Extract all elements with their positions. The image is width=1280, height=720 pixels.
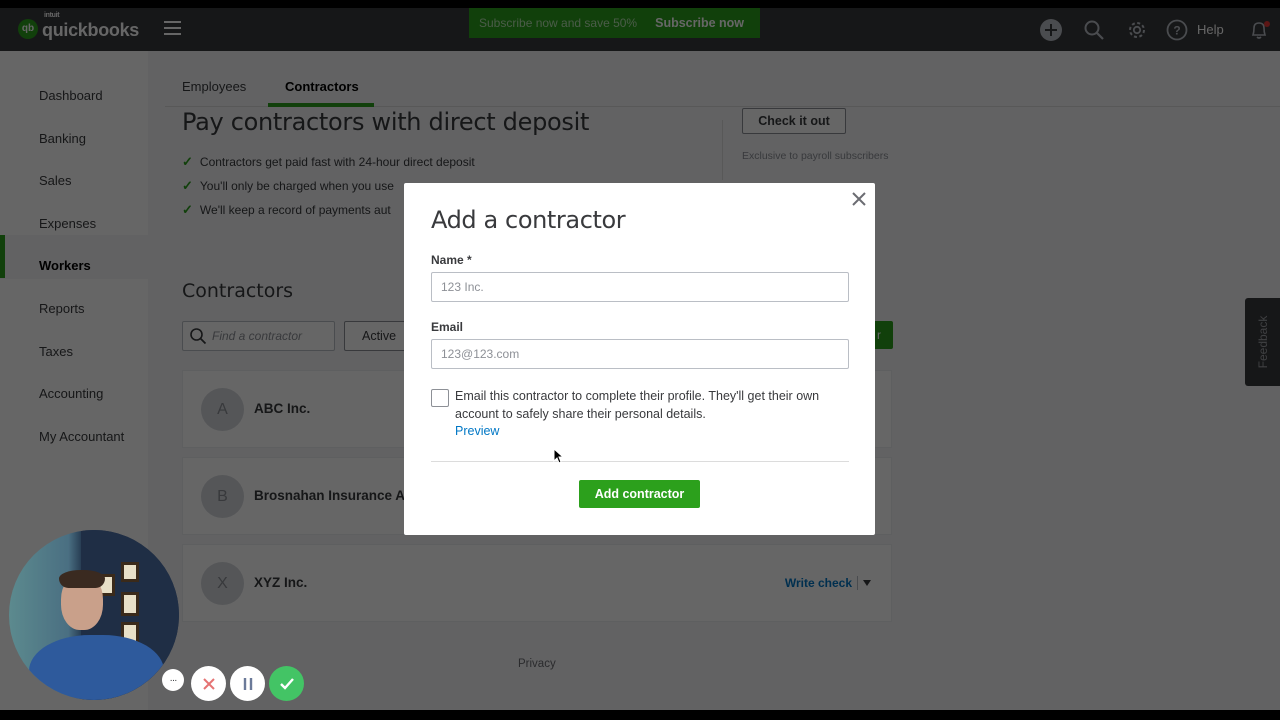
add-contractor-dialog: Add a contractor Name * Email Email this… bbox=[404, 183, 875, 535]
webcam-preview bbox=[9, 530, 179, 700]
mouse-cursor-icon bbox=[553, 448, 563, 464]
email-invite-checkbox[interactable] bbox=[431, 389, 449, 407]
more-icon: ··· bbox=[169, 674, 178, 686]
preview-link[interactable]: Preview bbox=[455, 424, 499, 438]
pause-recording-button[interactable] bbox=[230, 666, 265, 701]
name-field[interactable] bbox=[431, 272, 849, 302]
add-contractor-submit-button[interactable]: Add contractor bbox=[579, 480, 700, 508]
email-invite-text: Email this contractor to complete their … bbox=[455, 389, 820, 421]
email-field[interactable] bbox=[431, 339, 849, 369]
more-options-button[interactable]: ··· bbox=[162, 669, 184, 691]
cancel-icon bbox=[202, 677, 215, 690]
dialog-title: Add a contractor bbox=[431, 206, 626, 234]
close-icon[interactable] bbox=[851, 191, 867, 207]
cancel-recording-button[interactable] bbox=[191, 666, 226, 701]
pause-icon bbox=[243, 677, 252, 690]
name-label: Name * bbox=[431, 253, 472, 267]
finish-recording-button[interactable] bbox=[269, 666, 304, 701]
divider bbox=[431, 461, 849, 462]
confirm-icon bbox=[279, 677, 294, 690]
app-window: qb intuit quickbooks Subscribe now and s… bbox=[0, 8, 1280, 710]
email-label: Email bbox=[431, 320, 464, 334]
